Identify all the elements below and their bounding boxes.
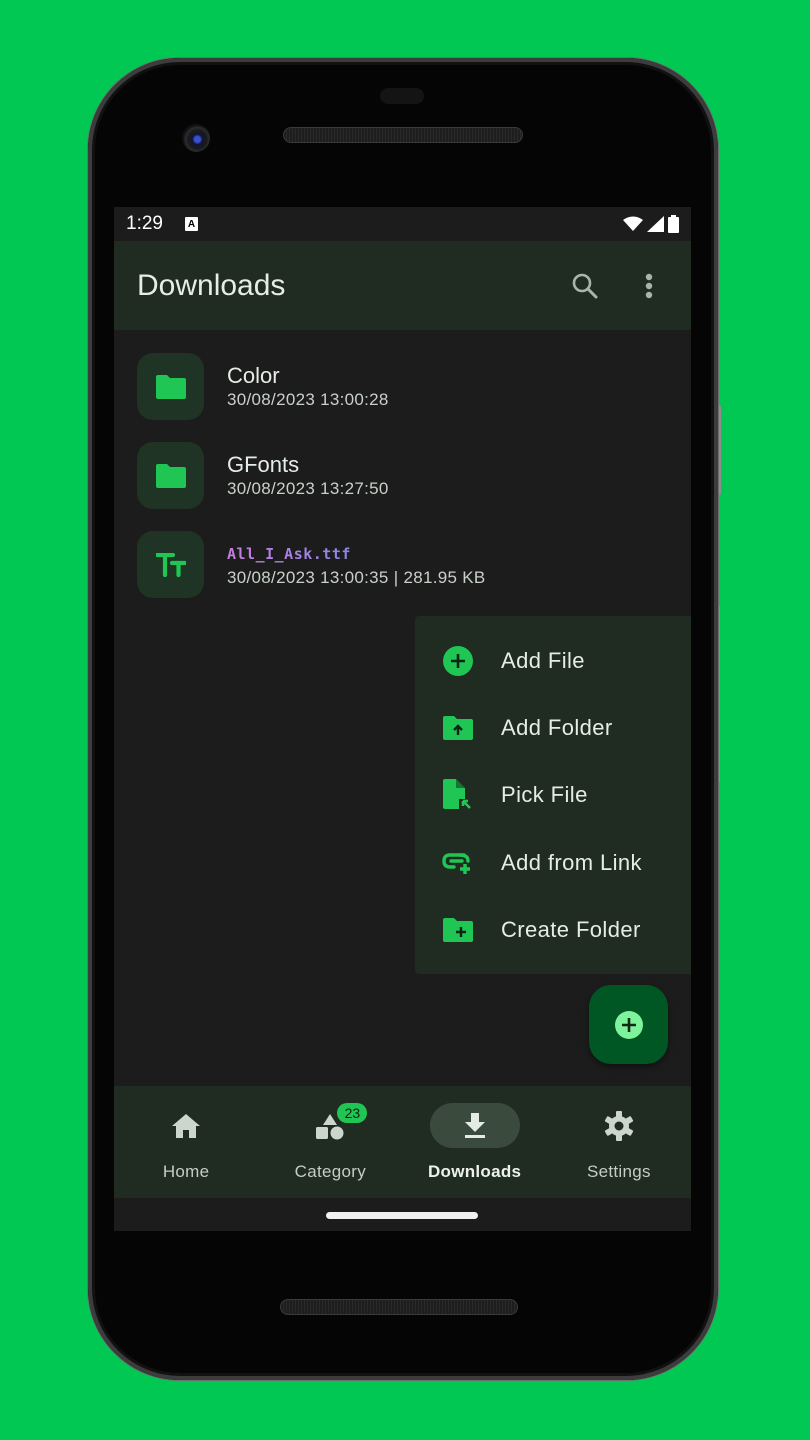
- search-icon: [572, 273, 598, 298]
- menu-item-pick-file[interactable]: Pick File: [415, 762, 691, 829]
- font-icon: [155, 552, 186, 577]
- active-indicator: [429, 1103, 520, 1148]
- menu-item-create-folder[interactable]: Create Folder: [415, 897, 691, 964]
- add-link-icon: [442, 853, 470, 874]
- menu-item-label: Add File: [501, 647, 585, 673]
- home-icon: [172, 1113, 201, 1138]
- nav-item-settings[interactable]: Settings: [547, 1086, 691, 1198]
- nav-label: Downloads: [427, 1162, 522, 1181]
- page-title: Downloads: [137, 268, 286, 302]
- settings-icon: [604, 1110, 633, 1141]
- status-time: 1:29: [126, 213, 163, 234]
- file-item-all-i-ask[interactable]: All_I_Ask.ttf 30/08/2023 13:00:35 | 281.…: [137, 531, 668, 598]
- nav-item-downloads[interactable]: Downloads: [403, 1086, 547, 1198]
- folder-icon: [155, 374, 186, 399]
- file-item-color[interactable]: Color 30/08/2023 13:00:28: [137, 353, 668, 420]
- nav-label: Settings: [586, 1162, 651, 1181]
- nav-item-category[interactable]: 23 Category: [258, 1086, 402, 1198]
- status-bar: 1:29 A: [114, 207, 691, 241]
- more-vert-icon: [645, 273, 653, 298]
- more-options-button[interactable]: [631, 268, 667, 304]
- top-app-bar: Downloads: [114, 241, 691, 330]
- nav-label: Category: [294, 1162, 367, 1181]
- gesture-navigation-handle[interactable]: [326, 1212, 478, 1219]
- screen: 1:29 A Downloads Color 30/08/2023 13:00:…: [114, 207, 691, 1231]
- bottom-speaker: [280, 1299, 518, 1315]
- download-icon: [464, 1112, 485, 1138]
- menu-item-label: Create Folder: [501, 917, 641, 943]
- file-meta: 30/08/2023 13:00:28: [227, 389, 389, 409]
- notification-icon: A: [184, 217, 198, 231]
- category-badge: 23: [337, 1103, 368, 1123]
- file-thumbnail: [137, 442, 204, 509]
- fab-menu: Add File Add Folder Pick File Add from L…: [415, 616, 691, 974]
- file-thumbnail: [137, 531, 204, 598]
- file-meta: 30/08/2023 13:00:35 | 281.95 KB: [227, 567, 486, 587]
- earpiece-speaker: [283, 127, 523, 143]
- front-camera: [182, 124, 210, 152]
- add-circle-icon: [443, 645, 473, 676]
- menu-item-add-from-link[interactable]: Add from Link: [415, 829, 691, 896]
- search-button[interactable]: [567, 268, 603, 304]
- add-circle-icon: [614, 1010, 643, 1039]
- menu-item-add-file[interactable]: Add File: [415, 627, 691, 694]
- nav-item-home[interactable]: Home: [114, 1086, 258, 1198]
- fab-add-button[interactable]: [589, 985, 668, 1064]
- folder-upload-icon: [443, 716, 473, 741]
- proximity-sensor: [380, 88, 424, 104]
- file-list: Color 30/08/2023 13:00:28 GFonts 30/08/2…: [114, 330, 691, 598]
- file-thumbnail: [137, 353, 204, 420]
- file-meta: 30/08/2023 13:27:50: [227, 478, 389, 498]
- file-pick-icon: [443, 779, 471, 810]
- wifi-icon: [623, 216, 643, 231]
- signal-icon: [647, 216, 664, 232]
- menu-item-label: Add from Link: [501, 849, 642, 875]
- menu-item-add-folder[interactable]: Add Folder: [415, 694, 691, 761]
- bottom-navigation: Home 23 Category Downloads Settings: [114, 1086, 691, 1198]
- file-name: All_I_Ask.ttf: [227, 541, 486, 567]
- file-name: GFonts: [227, 451, 300, 477]
- create-folder-icon: [443, 918, 473, 943]
- nav-label: Home: [162, 1162, 210, 1181]
- folder-icon: [155, 463, 186, 488]
- menu-item-label: Pick File: [501, 782, 588, 808]
- battery-icon: [668, 215, 679, 233]
- file-name: Color: [227, 362, 280, 388]
- menu-item-label: Add Folder: [501, 715, 613, 741]
- file-item-gfonts[interactable]: GFonts 30/08/2023 13:27:50: [137, 442, 668, 509]
